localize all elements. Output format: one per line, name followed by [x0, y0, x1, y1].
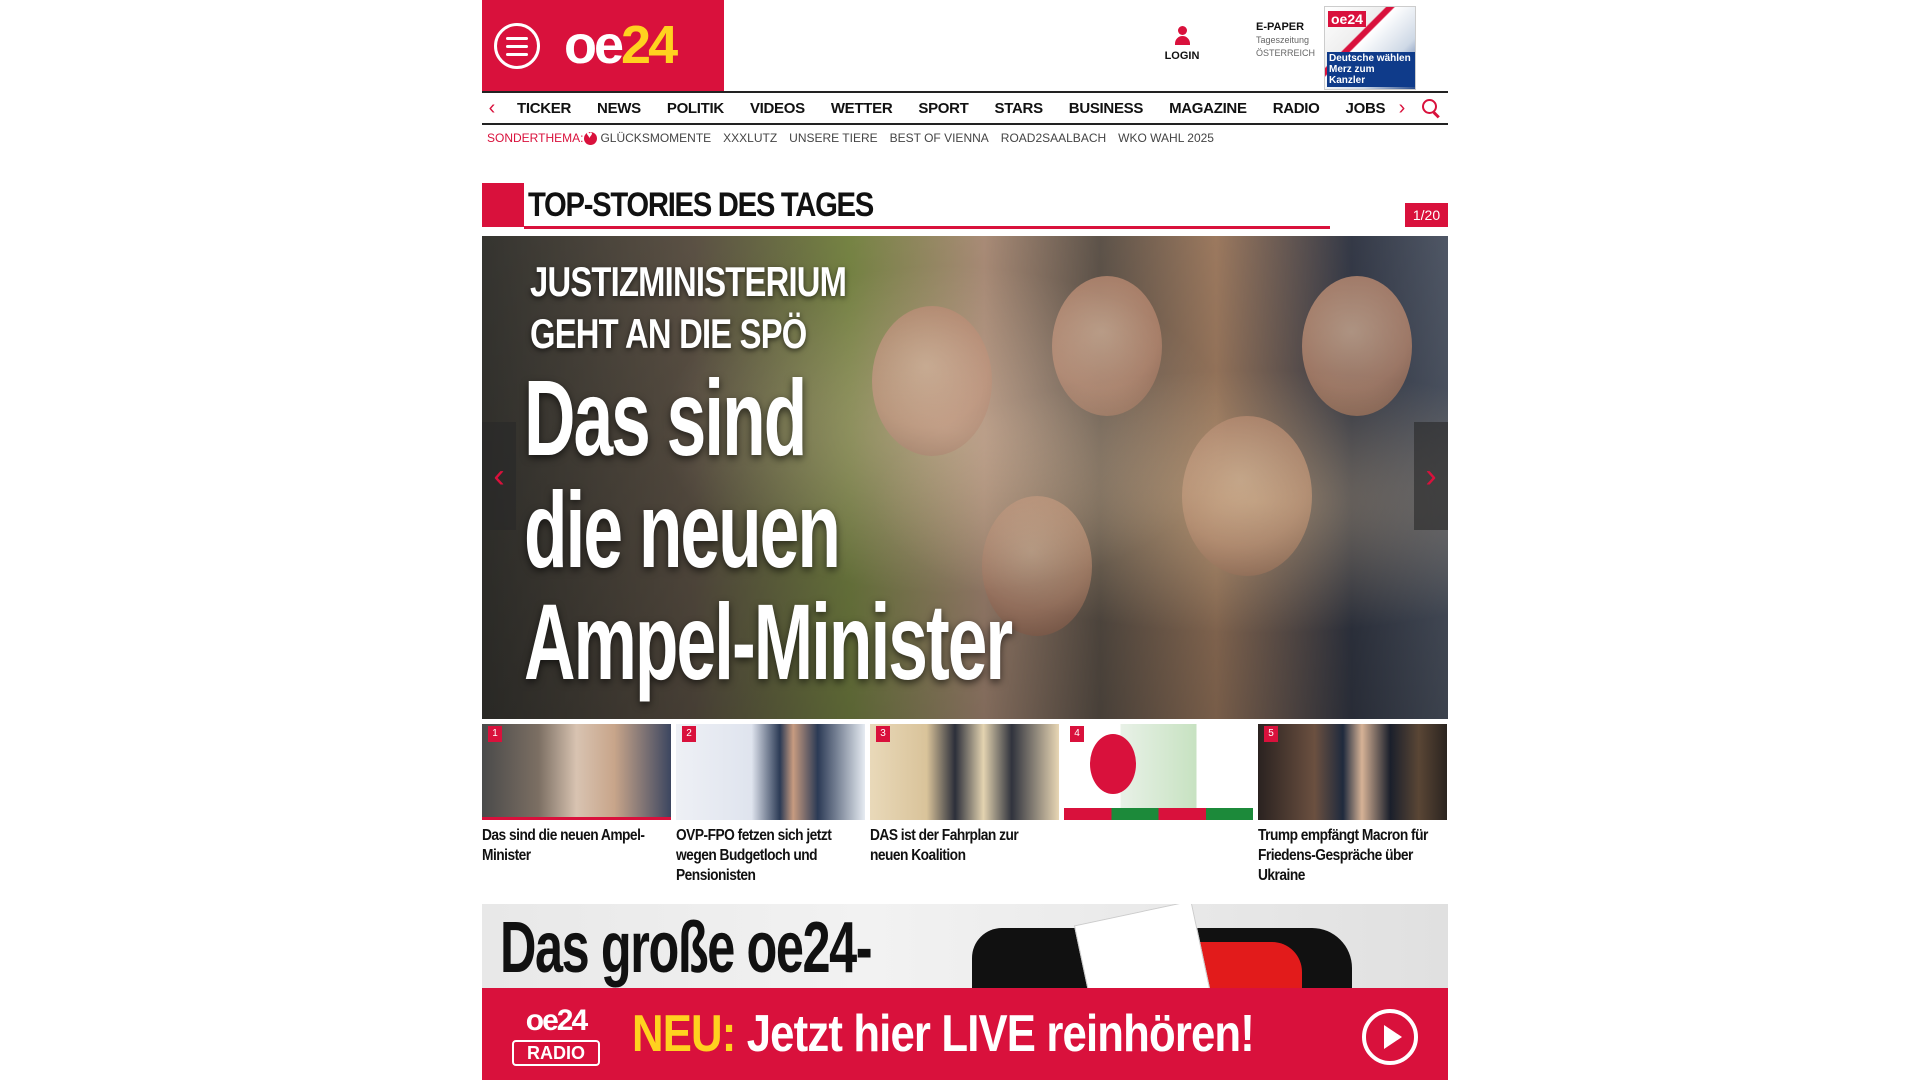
promo-ballot-graphic	[1073, 904, 1211, 988]
subnav-item-wko-wahl[interactable]: WKO WAHL 2025	[1118, 131, 1214, 145]
hero-next-button[interactable]: ›	[1414, 422, 1448, 530]
brand-block: oe24	[482, 0, 724, 91]
promo-banner[interactable]: Das große oe24-	[482, 904, 1448, 988]
sonderthema-label: SONDERTHEMA:	[487, 131, 584, 145]
epaper-cover-logo: oe24	[1328, 11, 1366, 27]
search-icon[interactable]	[1422, 99, 1440, 117]
login-button[interactable]: LOGIN	[1160, 26, 1204, 62]
thumbnail-image: 2	[676, 724, 865, 820]
menu-line-icon	[506, 44, 528, 48]
top-stories-header: TOP-STORIES DES TAGES 1/20	[482, 183, 1448, 229]
sonderthema-bar: SONDERTHEMA: GLÜCKSMOMENTE XXXLUTZ UNSER…	[487, 129, 1226, 147]
heart-icon	[584, 130, 598, 145]
story-thumbnail-1[interactable]: 1 Das sind die neuen Ampel-Minister	[482, 724, 671, 886]
hero-headline-line: die neuen	[524, 469, 841, 590]
thumbnail-number: 1	[488, 726, 502, 742]
slide-counter: 1/20	[1405, 203, 1448, 227]
hero-headline-line: Das sind	[524, 357, 807, 478]
logo-oe: oe	[564, 15, 624, 75]
story-thumbnail-5[interactable]: 5 Trump empfängt Macron für Friedens-Ges…	[1258, 724, 1447, 886]
nav-item-business[interactable]: BUSINESS	[1056, 100, 1156, 117]
nav-items: TICKER NEWS POLITIK VIDEOS WETTER SPORT …	[504, 100, 1398, 117]
hamburger-menu-button[interactable]	[494, 23, 540, 69]
story-thumbnail-4[interactable]: 4	[1064, 724, 1253, 886]
radio-logo: oe24 RADIO	[512, 1006, 600, 1070]
subnav-item-xxxlutz[interactable]: XXXLUTZ	[723, 131, 777, 145]
hero-prev-button[interactable]: ‹	[482, 422, 516, 530]
thumbnail-number: 5	[1264, 726, 1278, 742]
hero-kicker-line: JUSTIZMINISTERIUM	[530, 258, 847, 305]
radio-logo-text: oe24	[525, 1004, 588, 1037]
nav-item-ticker[interactable]: TICKER	[504, 100, 584, 117]
thumbnail-number: 3	[876, 726, 890, 742]
section-accent-bar	[482, 183, 524, 227]
nav-next-arrow-icon[interactable]: ›	[1392, 97, 1412, 120]
subnav-item-unsere-tiere[interactable]: UNSERE TIERE	[789, 131, 877, 145]
epaper-title: E-PAPER	[1256, 21, 1305, 33]
story-thumbnails: 1 Das sind die neuen Ampel-Minister 2 OV…	[482, 724, 1448, 886]
thumbnail-title: OVP-FPO fetzen sich jetzt wegen Budgetlo…	[676, 827, 832, 884]
nav-item-videos[interactable]: VIDEOS	[737, 100, 818, 117]
promo-banner-title: Das große oe24-	[500, 908, 873, 988]
hero-kicker-line: GEHT AN DIE SPÖ	[530, 310, 807, 357]
nav-item-magazine[interactable]: MAGAZINE	[1156, 100, 1260, 117]
page: oe24 LOGIN E-PAPER Tageszeitung ÖSTERREI…	[482, 0, 1448, 1080]
thumbnail-image: 5	[1258, 724, 1447, 820]
hero-kicker: JUSTIZMINISTERIUM GEHT AN DIE SPÖ	[530, 256, 847, 360]
site-logo[interactable]: oe24	[564, 15, 678, 75]
radio-neu-label: NEU:	[632, 1005, 736, 1063]
radio-cta-text: NEU: Jetzt hier LIVE reinhören!	[632, 1002, 1255, 1066]
nav-item-wetter[interactable]: WETTER	[818, 100, 906, 117]
nav-item-sport[interactable]: SPORT	[905, 100, 981, 117]
thumbnail-title: DAS ist der Fahrplan zur neuen Koalition	[870, 827, 1019, 864]
nav-item-politik[interactable]: POLITIK	[654, 100, 737, 117]
thumbnail-image-promo: 4	[1064, 724, 1253, 820]
subnav-item-gluecksmomente[interactable]: GLÜCKSMOMENTE	[600, 131, 711, 145]
epaper-link[interactable]: E-PAPER Tageszeitung ÖSTERREICH	[1256, 20, 1326, 60]
main-nav: ‹ TICKER NEWS POLITIK VIDEOS WETTER SPOR…	[482, 91, 1448, 125]
nav-item-news[interactable]: NEWS	[584, 100, 654, 117]
subnav-item-best-of-vienna[interactable]: BEST OF VIENNA	[890, 131, 989, 145]
epaper-subtitle: Tageszeitung	[1256, 35, 1310, 45]
section-underline	[524, 226, 1330, 229]
epaper-cover-thumbnail[interactable]: oe24 Deutsche wählen Merz zum Kanzler	[1324, 6, 1416, 90]
menu-line-icon	[506, 52, 528, 56]
story-thumbnail-2[interactable]: 2 OVP-FPO fetzen sich jetzt wegen Budget…	[676, 724, 865, 886]
epaper-cover-headline: Deutsche wählen Merz zum Kanzler	[1327, 52, 1415, 87]
active-indicator	[482, 817, 671, 820]
play-icon[interactable]	[1362, 1009, 1418, 1065]
site-header: oe24 LOGIN E-PAPER Tageszeitung ÖSTERREI…	[482, 0, 1448, 91]
nav-item-radio[interactable]: RADIO	[1260, 100, 1333, 117]
menu-line-icon	[506, 36, 528, 40]
thumbnail-image: 1	[482, 724, 671, 820]
thumbnail-title: Trump empfängt Macron für Friedens-Gespr…	[1258, 827, 1428, 884]
radio-live-bar[interactable]: oe24 RADIO NEU: Jetzt hier LIVE reinhöre…	[482, 988, 1448, 1080]
nav-item-jobs[interactable]: JOBS	[1333, 100, 1399, 117]
hero-headline-line: Ampel-Minister	[524, 581, 1013, 702]
radio-cta-label: Jetzt hier LIVE reinhören!	[735, 1005, 1255, 1063]
thumbnail-number: 2	[682, 726, 696, 742]
login-label: LOGIN	[1164, 50, 1200, 62]
promo-brand-strip	[1064, 808, 1253, 820]
user-icon	[1174, 26, 1190, 46]
thumbnail-number: 4	[1070, 726, 1084, 742]
nav-item-stars[interactable]: STARS	[982, 100, 1056, 117]
hero-story[interactable]: JUSTIZMINISTERIUM GEHT AN DIE SPÖ Das si…	[482, 236, 1448, 719]
logo-24: 24	[621, 15, 678, 75]
radio-logo-sub: RADIO	[512, 1040, 600, 1066]
thumbnail-image: 3	[870, 724, 1059, 820]
epaper-subtitle-country: ÖSTERREICH	[1256, 48, 1316, 58]
story-thumbnail-3[interactable]: 3 DAS ist der Fahrplan zur neuen Koaliti…	[870, 724, 1059, 886]
promo-badge	[1090, 734, 1136, 794]
hero-headline: Das sind die neuen Ampel-Minister	[524, 357, 1013, 702]
subnav-item-road2saalbach[interactable]: ROAD2SAALBACH	[1001, 131, 1106, 145]
nav-prev-arrow-icon[interactable]: ‹	[482, 97, 502, 120]
section-title: TOP-STORIES DES TAGES	[528, 186, 874, 224]
thumbnail-title: Das sind die neuen Ampel-Minister	[482, 827, 645, 864]
